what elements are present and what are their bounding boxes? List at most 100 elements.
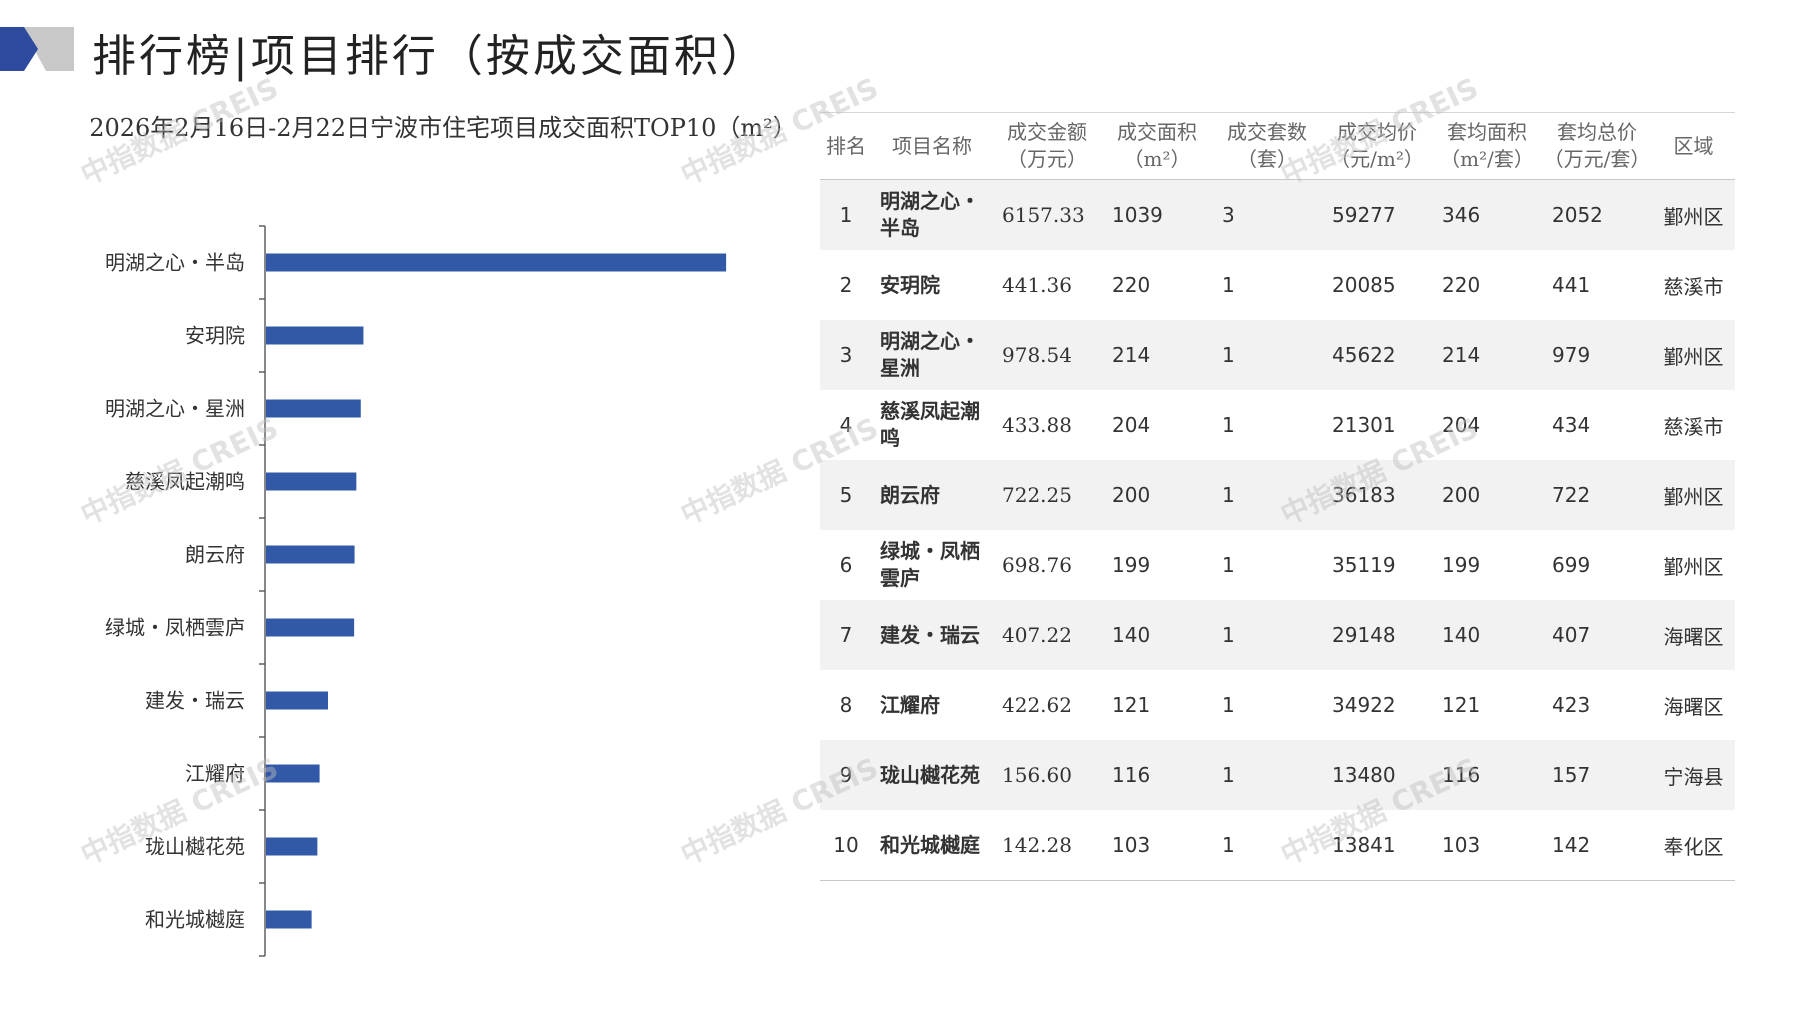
bar — [266, 910, 312, 929]
bar — [266, 837, 318, 856]
table-cell: 江耀府 — [880, 692, 940, 717]
table-cell: 海曙区 — [1663, 694, 1724, 719]
table-cell: 7 — [820, 600, 872, 670]
table-cell: 121 — [1112, 693, 1151, 717]
category-label: 慈溪凤起潮鸣 — [125, 470, 245, 494]
table-cell: 103 — [1102, 810, 1212, 881]
table-cell: 8 — [839, 693, 853, 717]
category-label: 朗云府 — [185, 543, 245, 567]
bar — [266, 472, 357, 491]
table-cell: 978.54 — [992, 320, 1102, 390]
table-cell: 121 — [1442, 693, 1481, 717]
table-cell: 1 — [1222, 413, 1235, 437]
table-header-row: 排名 项目名称 成交金额 （万元） 成交面积 （m²） 成交套数 （套） 成交均价 （元/m²）套… — [820, 112, 1735, 180]
column-header: 套均总价 （万元/套） — [1542, 112, 1652, 180]
bar — [266, 764, 320, 783]
table-cell: 156.60 — [992, 740, 1102, 810]
table-cell: 慈溪市 — [1663, 414, 1724, 439]
table-cell: 36183 — [1322, 460, 1432, 530]
table-cell: 4 — [839, 413, 853, 437]
table-cell: 140 — [1102, 600, 1212, 670]
table-cell: 407.22 — [992, 600, 1102, 670]
table-cell: 220 — [1442, 273, 1481, 297]
table-cell: 199 — [1442, 553, 1481, 577]
table-cell: 116 — [1432, 740, 1542, 810]
table-cell: 鄞州区 — [1652, 320, 1735, 390]
table-cell: 142.28 — [992, 810, 1102, 881]
table-row: 6 绿城・凤栖雲庐 698.76 199 1 35119 199 699 鄞州区 — [820, 530, 1735, 600]
table-row: 2 安玥院 441.36 220 1 20085 220 441 慈溪市 — [820, 250, 1735, 320]
table-cell: 1 — [1222, 693, 1235, 717]
ranking-table: 排名 项目名称 成交金额 （万元） 成交面积 （m²） 成交套数 （套） 成交均价 （元/m²）套… — [820, 112, 1735, 881]
category-label: 建发・瑞云 — [145, 689, 245, 713]
column-header: 套均面积 （m²/套） — [1432, 112, 1542, 180]
table-cell: 宁海县 — [1652, 740, 1735, 810]
table-cell: 建发・瑞云 — [872, 600, 992, 670]
table-cell: 21301 — [1332, 413, 1396, 437]
table-cell: 绿城・凤栖雲庐 — [880, 539, 980, 590]
table-cell: 220 — [1112, 273, 1151, 297]
table-cell: 434 — [1552, 413, 1591, 437]
table-cell: 199 — [1112, 553, 1151, 577]
table-cell: 698.76 — [1002, 553, 1072, 577]
table-cell: 安玥院 — [880, 272, 940, 297]
table-cell: 1 — [1212, 600, 1322, 670]
table-cell: 346 — [1432, 179, 1542, 250]
table-cell: 2052 — [1542, 179, 1652, 250]
table-cell: 423 — [1552, 693, 1591, 717]
table-cell: 明湖之心・半岛 — [872, 179, 992, 250]
table-cell: 慈溪市 — [1663, 274, 1724, 299]
table-cell: 140 — [1432, 600, 1542, 670]
table-cell: 441 — [1552, 273, 1591, 297]
table-row: 3 明湖之心・星洲 978.54 214 1 45622 214 979 鄞州区 — [820, 320, 1735, 390]
table-cell: 1 — [1212, 740, 1322, 810]
table-cell: 722 — [1542, 460, 1652, 530]
table-cell: 2 — [839, 273, 853, 297]
table-cell: 407 — [1542, 600, 1652, 670]
table-cell: 珑山樾花苑 — [872, 740, 992, 810]
table-cell: 422.62 — [1002, 693, 1072, 717]
table-cell: 1 — [820, 179, 872, 250]
table-cell: 200 — [1432, 460, 1542, 530]
column-header: 成交面积 （m²） — [1102, 112, 1212, 180]
table-cell: 699 — [1552, 553, 1591, 577]
table-cell: 3 — [820, 320, 872, 390]
table-cell: 慈溪凤起潮鸣 — [880, 399, 980, 450]
table-cell: 1039 — [1102, 179, 1212, 250]
table-row: 4 慈溪凤起潮鸣 433.88 204 1 21301 204 434 慈溪市 — [820, 390, 1735, 460]
category-label: 江耀府 — [185, 762, 245, 786]
table-cell: 103 — [1432, 810, 1542, 881]
table-cell: 10 — [820, 810, 872, 881]
table-cell: 奉化区 — [1652, 810, 1735, 881]
bar — [266, 326, 364, 345]
table-cell: 鄞州区 — [1652, 460, 1735, 530]
table-cell: 13480 — [1322, 740, 1432, 810]
table-cell: 204 — [1442, 413, 1481, 437]
table-cell: 214 — [1432, 320, 1542, 390]
table-row: 5 朗云府 722.25 200 1 36183 200 722 鄞州区 — [820, 460, 1735, 530]
table-row: 10 和光城樾庭 142.28 103 1 13841 103 142 奉化区 — [820, 810, 1735, 881]
table-cell: 34922 — [1332, 693, 1396, 717]
table-cell: 441.36 — [1002, 273, 1072, 297]
table-cell: 204 — [1112, 413, 1151, 437]
column-header: 成交均价 （元/m²） — [1322, 112, 1432, 180]
category-label: 安玥院 — [185, 324, 245, 348]
table-cell: 45622 — [1322, 320, 1432, 390]
bar — [266, 399, 361, 418]
table-row: 7 建发・瑞云 407.22 140 1 29148 140 407 海曙区 — [820, 600, 1735, 670]
table-cell: 朗云府 — [872, 460, 992, 530]
table-cell: 5 — [820, 460, 872, 530]
bar — [266, 691, 328, 710]
category-label: 和光城樾庭 — [145, 908, 245, 932]
ranking-table-container: 排名 项目名称 成交金额 （万元） 成交面积 （m²） 成交套数 （套） 成交均价 （元/m²）套… — [820, 112, 1735, 881]
table-cell: 35119 — [1332, 553, 1396, 577]
table-cell: 722.25 — [992, 460, 1102, 530]
table-cell: 1 — [1212, 810, 1322, 881]
bar — [266, 253, 727, 272]
table-cell: 和光城樾庭 — [872, 810, 992, 881]
category-label: 珑山樾花苑 — [145, 835, 245, 859]
category-label: 明湖之心・半岛 — [105, 251, 245, 275]
table-cell: 116 — [1102, 740, 1212, 810]
table-cell: 214 — [1102, 320, 1212, 390]
table-cell: 1 — [1222, 553, 1235, 577]
